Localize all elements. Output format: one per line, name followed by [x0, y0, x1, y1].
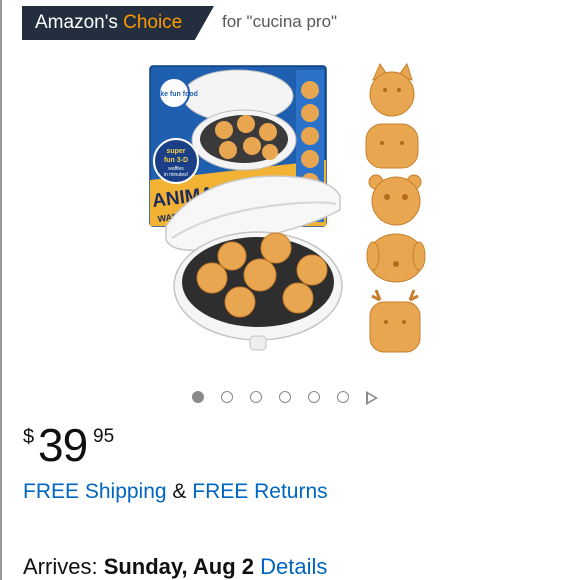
shipping-returns-line: FREE Shipping & FREE Returns [23, 480, 328, 504]
price-currency-symbol: $ [23, 426, 35, 448]
badge-brand: Amazon's [35, 12, 118, 33]
carousel-dot-3[interactable] [250, 391, 262, 403]
product-image[interactable]: make fun food super fun 3-D waffles in m… [148, 58, 434, 368]
badge-label: Amazon's Choice [35, 12, 182, 34]
badge-highlight: Choice [123, 12, 183, 33]
box-bubble-line-1: super [166, 148, 185, 155]
carousel-dot-6[interactable] [337, 391, 349, 403]
delivery-line: Arrives: Sunday, Aug 2 Details [23, 554, 327, 580]
amazons-choice-badge: Amazon's Choice [22, 6, 214, 40]
badge-search-context: for "cucina pro" [222, 12, 338, 31]
left-divider [0, 0, 2, 580]
carousel-dot-1[interactable] [192, 391, 204, 403]
shipping-separator: & [172, 480, 187, 503]
panda-waffle [368, 174, 422, 226]
carousel-dot-4[interactable] [279, 391, 291, 403]
box-logo-text: make fun food [150, 91, 198, 98]
waffle-maker [165, 175, 343, 351]
free-shipping-link[interactable]: FREE Shipping [23, 480, 167, 503]
delivery-label: Arrives: [23, 554, 98, 579]
cat-waffle [369, 62, 415, 117]
price-fraction: 95 [93, 426, 115, 447]
dog-waffle [366, 233, 426, 283]
animal-waffles [365, 62, 426, 353]
tiger-waffle [365, 123, 419, 169]
carousel-dot-2[interactable] [221, 391, 233, 403]
price-whole: 39 [38, 419, 88, 471]
reindeer-waffle [369, 289, 421, 353]
carousel-dot-5[interactable] [308, 391, 320, 403]
box-bubble-line-4: in minutes! [164, 172, 188, 178]
box-bubble-line-2: fun 3-D [164, 157, 188, 164]
delivery-date: Sunday, Aug 2 [103, 554, 255, 579]
delivery-details-link[interactable]: Details [260, 554, 327, 579]
free-returns-link[interactable]: FREE Returns [192, 480, 327, 503]
carousel-play-icon[interactable] [366, 391, 378, 405]
